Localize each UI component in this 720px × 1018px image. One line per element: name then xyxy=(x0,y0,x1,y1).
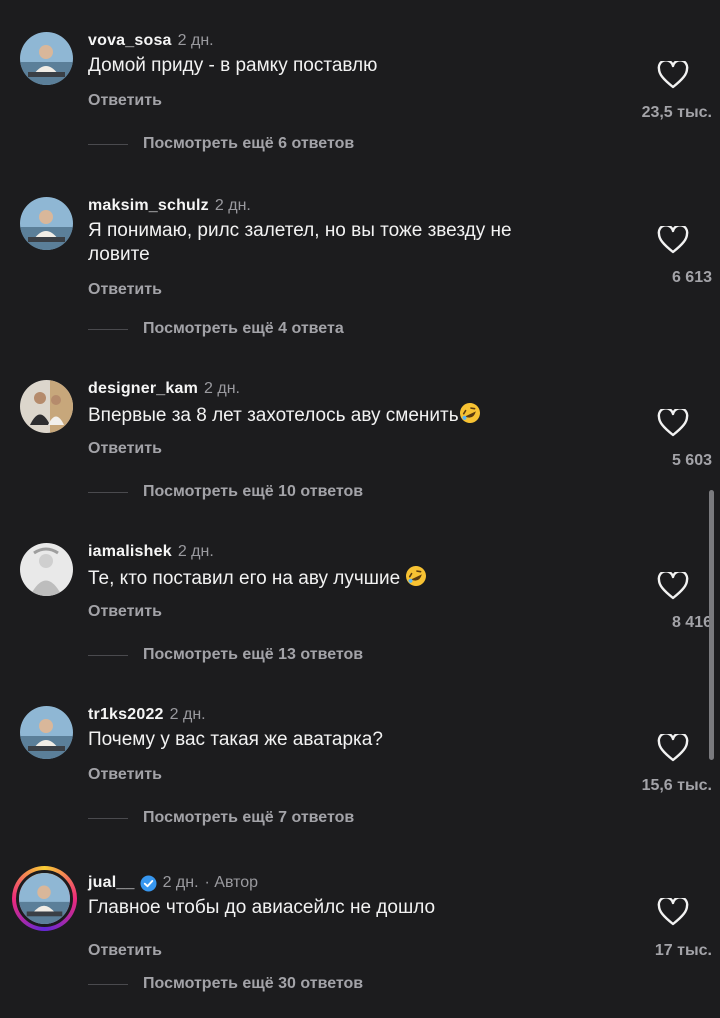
like-count: 6 613 xyxy=(671,269,712,286)
comment-item: designer_kam 2 дн. Впервые за 8 лет захо… xyxy=(0,378,720,548)
username[interactable]: iamalishek xyxy=(88,543,172,561)
timestamp: 2 дн. xyxy=(169,706,206,723)
view-more-label: Посмотреть ещё 6 ответов xyxy=(143,135,355,152)
like-count: 5 603 xyxy=(671,452,712,469)
view-more-replies[interactable]: Посмотреть ещё 6 ответов xyxy=(88,134,354,154)
verified-badge-icon xyxy=(140,875,157,891)
view-more-replies[interactable]: Посмотреть ещё 13 ответов xyxy=(88,645,363,665)
comment-item: vova_sosa 2 дн. Домой приду - в рамку по… xyxy=(0,30,720,200)
username[interactable]: designer_kam xyxy=(88,380,198,398)
timestamp: 2 дн. xyxy=(214,197,251,214)
avatar[interactable] xyxy=(20,380,73,433)
view-more-replies[interactable]: Посмотреть ещё 4 ответа xyxy=(88,319,344,339)
like-count: 15,6 тыс. xyxy=(641,777,712,794)
view-more-label: Посмотреть ещё 10 ответов xyxy=(143,483,364,500)
view-more-replies[interactable]: Посмотреть ещё 7 ответов xyxy=(88,808,354,828)
view-more-label: Посмотреть ещё 30 ответов xyxy=(143,975,364,992)
username[interactable]: maksim_schulz xyxy=(88,197,209,215)
divider-line xyxy=(88,143,128,145)
heart-outline-icon[interactable] xyxy=(657,226,689,254)
reply-button[interactable]: Ответить xyxy=(88,766,162,784)
reply-button[interactable]: Ответить xyxy=(88,603,162,621)
timestamp: 2 дн. xyxy=(177,32,214,49)
avatar[interactable] xyxy=(20,197,73,250)
divider-line xyxy=(88,328,128,330)
username[interactable]: jual__ xyxy=(88,874,135,892)
heart-outline-icon[interactable] xyxy=(657,898,689,926)
comment-meta: jual__ 2 дн. · Автор xyxy=(88,872,258,894)
reply-button[interactable]: Ответить xyxy=(88,92,162,110)
heart-outline-icon[interactable] xyxy=(657,734,689,762)
comments-list: vova_sosa 2 дн. Домой приду - в рамку по… xyxy=(0,0,720,1018)
author-label: · Автор xyxy=(204,874,259,891)
comment-text: Почему у вас такая же аватарка? xyxy=(88,729,383,750)
rofl-emoji xyxy=(406,566,427,586)
comment-meta: maksim_schulz 2 дн. xyxy=(88,195,251,217)
comment-text: Я понимаю, рилс залетел, но вы тоже звез… xyxy=(88,220,512,265)
avatar[interactable] xyxy=(20,32,73,85)
avatar-story-ring[interactable] xyxy=(12,866,77,931)
divider-line xyxy=(88,817,128,819)
timestamp: 2 дн. xyxy=(177,543,214,560)
comment-text: Главное чтобы до авиасейлс не дошло xyxy=(88,897,436,918)
comment-meta: designer_kam 2 дн. xyxy=(88,378,240,400)
divider-line xyxy=(88,491,128,493)
reply-button[interactable]: Ответить xyxy=(88,942,162,960)
comment-item: tr1ks2022 2 дн. Почему у вас такая же ав… xyxy=(0,704,720,874)
timestamp: 2 дн. xyxy=(162,874,199,891)
divider-line xyxy=(88,654,128,656)
view-more-replies[interactable]: Посмотреть ещё 30 ответов xyxy=(88,974,363,994)
comment-item: iamalishek 2 дн. Те, кто поставил его на… xyxy=(0,541,720,711)
heart-outline-icon[interactable] xyxy=(657,572,689,600)
avatar[interactable] xyxy=(20,543,73,596)
scrollbar[interactable] xyxy=(709,490,714,760)
comment-text: Домой приду - в рамку поставлю xyxy=(88,55,378,76)
username[interactable]: tr1ks2022 xyxy=(88,706,164,724)
comment-text-content: Впервые за 8 лет захотелось аву сменить xyxy=(88,405,459,426)
like-count: 23,5 тыс. xyxy=(641,104,712,121)
like-count: 8 416 xyxy=(671,614,712,631)
rofl-emoji xyxy=(459,403,480,423)
comment-meta: tr1ks2022 2 дн. xyxy=(88,704,206,726)
comment-item: maksim_schulz 2 дн. Я понимаю, рилс зале… xyxy=(0,195,720,365)
comment-meta: iamalishek 2 дн. xyxy=(88,541,214,563)
comment-text: Впервые за 8 лет захотелось аву сменить xyxy=(88,402,578,428)
timestamp: 2 дн. xyxy=(204,380,240,397)
view-more-replies[interactable]: Посмотреть ещё 10 ответов xyxy=(88,482,363,502)
avatar[interactable] xyxy=(20,706,73,759)
comment-item: jual__ 2 дн. · Автор Главное чтобы до ав… xyxy=(0,866,720,1018)
reply-button[interactable]: Ответить xyxy=(88,440,162,458)
comment-meta: vova_sosa 2 дн. xyxy=(88,30,214,52)
like-count: 17 тыс. xyxy=(654,942,712,959)
reply-button[interactable]: Ответить xyxy=(88,281,162,299)
view-more-label: Посмотреть ещё 13 ответов xyxy=(143,646,364,663)
avatar xyxy=(16,870,73,927)
view-more-label: Посмотреть ещё 4 ответа xyxy=(143,320,344,337)
heart-outline-icon[interactable] xyxy=(657,61,689,89)
view-more-label: Посмотреть ещё 7 ответов xyxy=(143,809,355,826)
comment-text-content: Те, кто поставил его на аву лучшие xyxy=(88,568,406,589)
username[interactable]: vova_sosa xyxy=(88,32,172,50)
divider-line xyxy=(88,983,128,985)
heart-outline-icon[interactable] xyxy=(657,409,689,437)
comment-text: Те, кто поставил его на аву лучшие xyxy=(88,565,578,591)
